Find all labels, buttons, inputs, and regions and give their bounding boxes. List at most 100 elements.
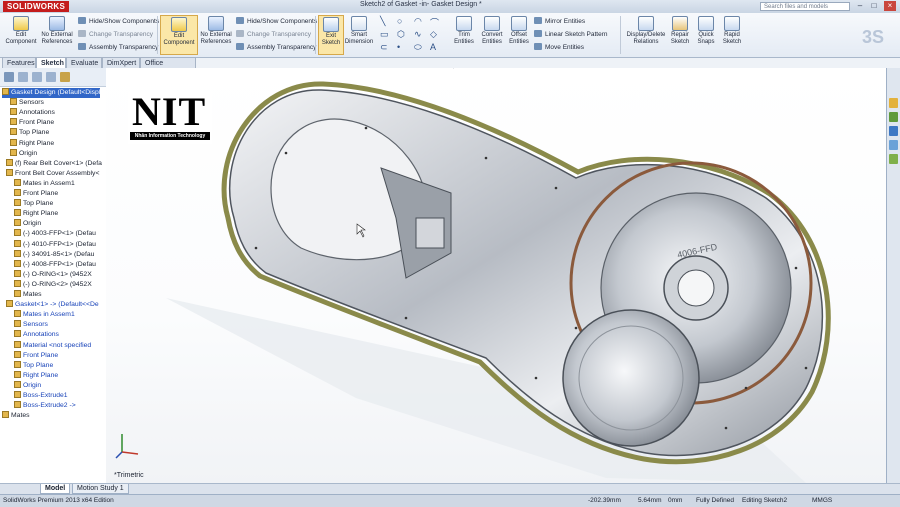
ellipse-icon[interactable]: ⬭: [414, 42, 422, 53]
tree-node[interactable]: Gasket Design (Default<Displ: [2, 88, 101, 98]
tree-node[interactable]: Top Plane: [14, 199, 53, 209]
tree-node[interactable]: Front Plane: [14, 350, 58, 361]
dimxpert-manager-icon[interactable]: [46, 72, 56, 82]
tree-node[interactable]: Right Plane: [14, 209, 58, 219]
line-icon[interactable]: ╲: [380, 16, 385, 27]
no-external-references-button[interactable]: No External References: [38, 15, 76, 55]
display-delete-relations-button[interactable]: Display/Delete Relations: [624, 15, 668, 55]
plane-icon[interactable]: ◇: [430, 29, 437, 40]
graphics-area[interactable]: ⌕⌕⌖◈⊡▣⊞◐◎▢⌂: [106, 68, 886, 483]
derby-cover[interactable]: [562, 309, 700, 447]
move-entities-button[interactable]: Move Entities: [534, 42, 584, 53]
repair-sketch-button[interactable]: Repair Sketch: [667, 15, 693, 55]
mirror-entities-button[interactable]: Mirror Entities: [534, 16, 585, 27]
tree-node[interactable]: (-) 34091-85<1> (Defau: [14, 249, 94, 260]
tree-node-label: Boss-Extrude1: [23, 392, 68, 399]
view-palette-icon[interactable]: [889, 140, 898, 150]
minimize-icon[interactable]: –: [854, 1, 866, 11]
tree-node[interactable]: (-) 4008-FFP<1> (Defau: [14, 259, 96, 270]
text-icon[interactable]: A: [430, 42, 436, 52]
fillet-icon[interactable]: ⌒: [430, 16, 439, 29]
file-explorer-icon[interactable]: [889, 126, 898, 136]
edit-component-icon: [13, 16, 29, 31]
convert-icon: [484, 16, 500, 31]
polygon-icon[interactable]: ⬡: [397, 29, 405, 40]
tree-node[interactable]: (-) O-RING<2> (9452X: [14, 279, 92, 290]
quick-snaps-button[interactable]: Quick Snaps: [693, 15, 719, 55]
change-transparency-button[interactable]: Change Transparency: [78, 29, 153, 40]
hide-show-components-button[interactable]: Hide/Show Components: [78, 16, 159, 27]
smart-dimension-button[interactable]: Smart Dimension: [343, 15, 375, 55]
units-selector[interactable]: MMGS: [812, 495, 832, 507]
tree-node[interactable]: Sensors: [10, 98, 44, 108]
exit-sketch-button[interactable]: Exit Sketch: [318, 15, 344, 55]
tree-node[interactable]: Mates in Assem1: [14, 178, 75, 189]
tree-node[interactable]: Mates: [14, 290, 42, 300]
linear-sketch-pattern-button[interactable]: Linear Sketch Pattern: [534, 29, 608, 40]
arc-icon[interactable]: ◠: [414, 16, 422, 27]
tree-node[interactable]: (-) 4003-FFP<1> (Defau: [14, 229, 96, 239]
axis-triad-icon: [115, 434, 139, 459]
tree-node[interactable]: Sensors: [14, 320, 48, 330]
appearances-icon[interactable]: [889, 154, 898, 164]
tree-node[interactable]: (f) Rear Belt Cover<1> (Defa: [6, 158, 102, 169]
design-library-icon[interactable]: [889, 112, 898, 122]
tree-node[interactable]: Boss-Extrude2 ->: [14, 401, 76, 411]
assembly-transparency-button-2[interactable]: Assembly Transparency: [236, 42, 316, 53]
maximize-icon[interactable]: □: [868, 1, 880, 11]
tree-node[interactable]: Right Plane: [14, 370, 58, 381]
tree-node[interactable]: Front Plane: [14, 189, 58, 199]
circle-icon[interactable]: ○: [397, 16, 402, 26]
close-icon[interactable]: ×: [884, 1, 896, 11]
tab-features[interactable]: Features: [2, 57, 36, 68]
tab-motion-study[interactable]: Motion Study 1: [72, 484, 129, 494]
tree-node[interactable]: Mates: [2, 411, 30, 421]
tree-node[interactable]: Annotations: [14, 330, 59, 340]
feature-manager-icon[interactable]: [4, 72, 14, 82]
tree-node[interactable]: Boss-Extrude1: [14, 391, 68, 401]
tab-office-products[interactable]: Office Products: [140, 57, 196, 78]
resources-icon[interactable]: [889, 98, 898, 108]
point-icon[interactable]: •: [397, 42, 400, 52]
assembly-transparency-button[interactable]: Assembly Transparency: [78, 42, 158, 53]
edit-component-button[interactable]: Edit Component: [2, 15, 40, 55]
no-external-references-button-2[interactable]: No External References: [197, 15, 235, 55]
tree-node[interactable]: Top Plane: [14, 360, 53, 371]
tree-node[interactable]: Origin: [14, 219, 41, 229]
tree-node[interactable]: Mates in Assem1: [14, 310, 75, 320]
app-logo[interactable]: SOLIDWORKS: [3, 1, 70, 12]
trim-entities-button[interactable]: Trim Entities: [450, 15, 478, 55]
tree-node[interactable]: Right Plane: [10, 138, 54, 149]
search-input[interactable]: Search files and models: [760, 2, 850, 11]
tab-model[interactable]: Model: [40, 484, 71, 494]
convert-entities-button[interactable]: Convert Entities: [477, 15, 507, 55]
tab-evaluate[interactable]: Evaluate: [66, 57, 102, 68]
display-manager-icon[interactable]: [60, 72, 70, 82]
tab-sketch[interactable]: Sketch: [36, 57, 66, 68]
property-manager-icon[interactable]: [18, 72, 28, 82]
rapid-sketch-button[interactable]: Rapid Sketch: [719, 15, 745, 55]
edit-component-button-2[interactable]: Edit Component: [160, 15, 198, 55]
tree-node[interactable]: Origin: [14, 380, 41, 391]
rectangle-icon[interactable]: ▭: [380, 29, 389, 40]
hide-show-components-button-2[interactable]: Hide/Show Components: [236, 16, 317, 27]
configuration-manager-icon[interactable]: [32, 72, 42, 82]
tree-node-icon: [14, 279, 21, 287]
tree-node[interactable]: (-) 4010-FFP<1> (Defau: [14, 239, 96, 250]
tree-node-icon: [2, 411, 9, 419]
tree-node[interactable]: Top Plane: [10, 128, 49, 138]
change-transparency-button-2[interactable]: Change Transparency: [236, 29, 311, 40]
tree-node[interactable]: (-) O-RING<1> (9452X: [14, 269, 92, 280]
tree-node[interactable]: Front Plane: [10, 118, 54, 128]
spline-icon[interactable]: ∿: [414, 29, 422, 40]
tree-node[interactable]: Origin: [10, 148, 37, 159]
offset-entities-button[interactable]: Offset Entities: [506, 15, 532, 55]
slot-icon[interactable]: ⊂: [380, 42, 388, 53]
tree-node-icon: [14, 401, 21, 409]
tab-dimxpert[interactable]: DimXpert: [102, 57, 140, 68]
tree-node[interactable]: Annotations: [10, 108, 55, 118]
assembly-transparency-icon: [236, 43, 244, 50]
tree-node[interactable]: Gasket<1> -> (Default<<De: [6, 300, 99, 310]
tree-node[interactable]: Front Belt Cover Assembly<: [6, 168, 99, 179]
tree-node[interactable]: Material <not specified: [14, 340, 91, 351]
